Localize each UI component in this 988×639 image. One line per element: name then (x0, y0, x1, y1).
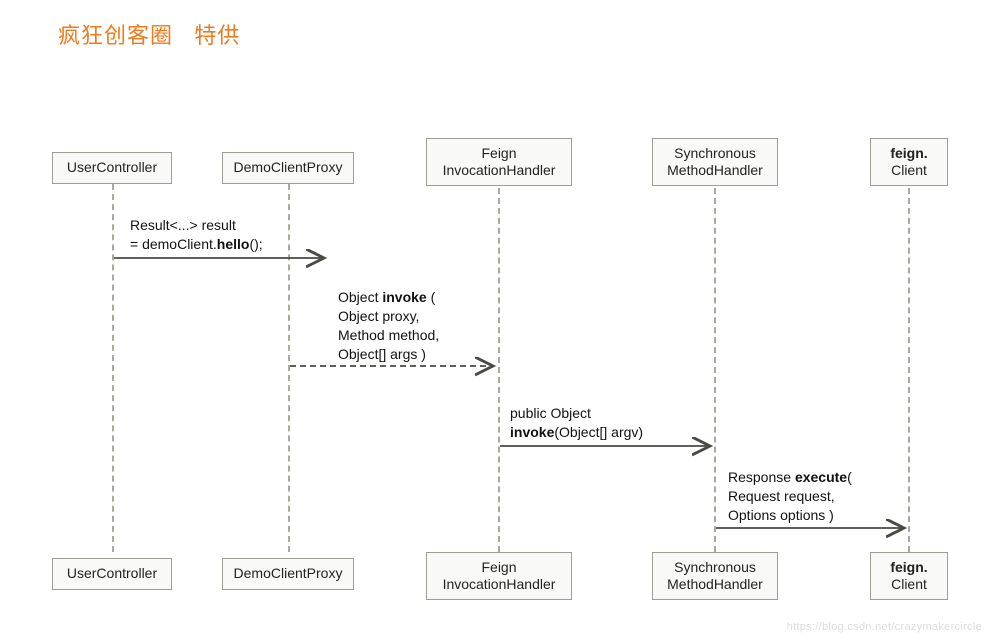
participant-feign-top: Feign InvocationHandler (426, 138, 572, 186)
participant-feignclient-bottom: feign. Client (870, 552, 948, 600)
watermark: https://blog.csdn.net/crazymakercircle (787, 621, 982, 633)
participant-methodhandler-top: Synchronous MethodHandler (652, 138, 778, 186)
participant-democlientproxy-bottom: DemoClientProxy (222, 558, 354, 590)
participant-usercontroller-bottom: UserController (52, 558, 172, 590)
participant-usercontroller-top: UserController (52, 152, 172, 184)
lifeline-feign (498, 188, 500, 552)
msg-execute: Response execute( Request request, Optio… (728, 468, 852, 525)
msg-invoke-method: public Object invoke(Object[] argv) (510, 404, 643, 442)
msg-invoke-handler: Object invoke ( Object proxy, Method met… (338, 288, 439, 364)
participant-democlientproxy-top: DemoClientProxy (222, 152, 354, 184)
lifeline-methodhandler (714, 188, 716, 552)
participant-methodhandler-bottom: Synchronous MethodHandler (652, 552, 778, 600)
msg-hello: Result<...> result = demoClient.hello(); (130, 216, 263, 254)
participant-feign-bottom: Feign InvocationHandler (426, 552, 572, 600)
lifeline-usercontroller (112, 184, 114, 552)
lifeline-feignclient (908, 188, 910, 552)
sequence-diagram: Result<...> result = demoClient.hello();… (0, 0, 988, 639)
participant-feignclient-top: feign. Client (870, 138, 948, 186)
lifeline-democlientproxy (288, 184, 290, 552)
